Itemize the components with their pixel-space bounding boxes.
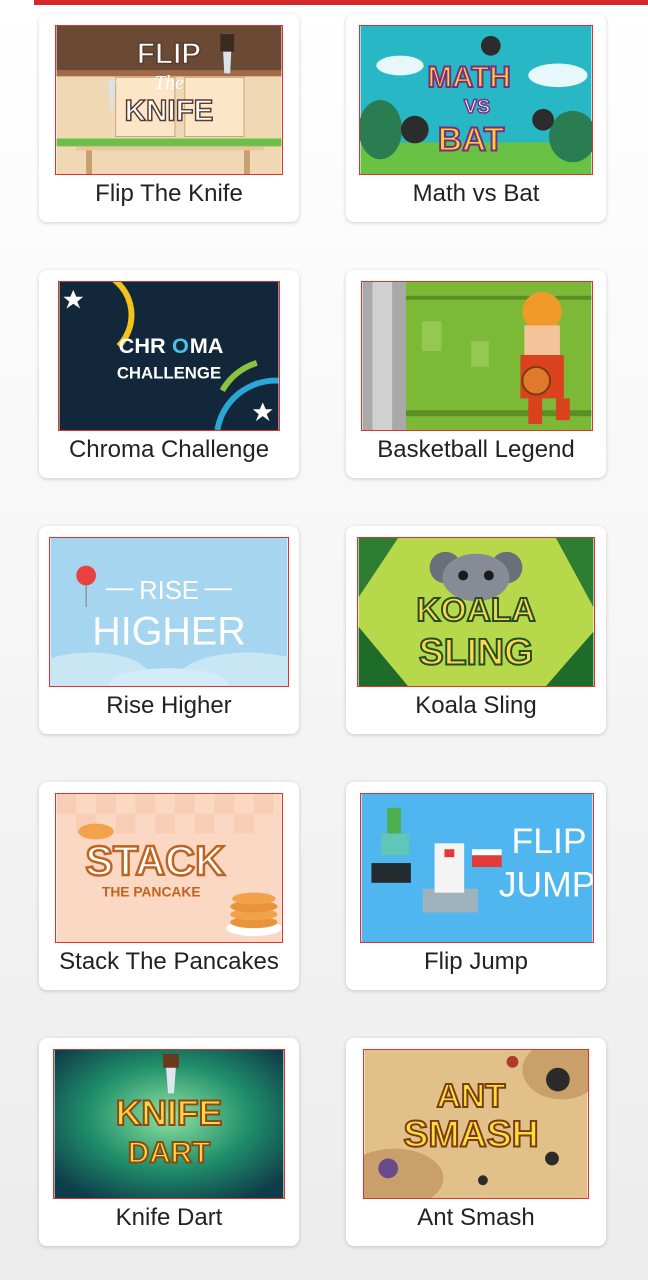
top-tab-indicator <box>0 0 34 5</box>
art-text-1: STACK <box>85 837 225 884</box>
art-text-1: MATH <box>427 61 510 94</box>
game-thumbnail[interactable] <box>361 281 593 431</box>
art-text-1: KOALA <box>416 592 535 629</box>
art-text-3: BAT <box>438 121 505 158</box>
game-thumbnail[interactable]: FLIP JUMP <box>360 793 594 943</box>
game-card-knife-dart[interactable]: KNIFE DART Knife Dart <box>39 1038 299 1246</box>
game-title[interactable]: Stack The Pancakes <box>39 948 299 976</box>
art-text-1: FLIP <box>137 37 201 70</box>
art-text-3: MA <box>190 333 224 358</box>
art-text-2: The <box>154 72 184 94</box>
game-thumbnail[interactable]: KOALA SLING <box>357 537 595 687</box>
game-card-chroma-challenge[interactable]: CHR O MA CHALLENGE Chroma Challenge <box>39 270 299 478</box>
art-text-2: DART <box>128 1136 210 1169</box>
art-text-2: HIGHER <box>92 610 245 654</box>
game-card-ant-smash[interactable]: ANT SMASH Ant Smash <box>346 1038 606 1246</box>
game-thumbnail[interactable]: MATH VS BAT <box>359 25 593 175</box>
game-title[interactable]: Rise Higher <box>39 692 299 720</box>
art-text-2: SMASH <box>403 1113 538 1155</box>
art-text-1: ANT <box>437 1078 506 1115</box>
game-card-stack-the-pancakes[interactable]: STACK THE PANCAKE Stack The Pancakes <box>39 782 299 990</box>
game-card-basketball-legend[interactable]: Basketball Legend <box>346 270 606 478</box>
game-card-koala-sling[interactable]: KOALA SLING Koala Sling <box>346 526 606 734</box>
game-thumbnail[interactable]: ANT SMASH <box>363 1049 589 1199</box>
game-title[interactable]: Flip Jump <box>346 948 606 976</box>
game-title[interactable]: Chroma Challenge <box>39 436 299 464</box>
game-thumbnail[interactable]: RISE HIGHER <box>49 537 289 687</box>
game-title[interactable]: Ant Smash <box>346 1204 606 1232</box>
art-text-3: KNIFE <box>125 95 214 128</box>
art-text-1: KNIFE <box>116 1093 223 1133</box>
art-text-2: THE PANCAKE <box>102 884 201 900</box>
art-text-2: VS <box>464 96 490 118</box>
art-text-1: CHR <box>119 333 166 358</box>
art-text-2: SLING <box>419 630 534 672</box>
game-thumbnail[interactable]: FLIP The KNIFE <box>55 25 283 175</box>
top-accent-bar <box>0 0 648 5</box>
game-title[interactable]: Knife Dart <box>39 1204 299 1232</box>
game-card-flip-the-knife[interactable]: FLIP The KNIFE Flip The Knife <box>39 14 299 222</box>
game-card-rise-higher[interactable]: RISE HIGHER Rise Higher <box>39 526 299 734</box>
game-title[interactable]: Flip The Knife <box>39 180 299 208</box>
game-card-math-vs-bat[interactable]: MATH VS BAT Math vs Bat <box>346 14 606 222</box>
art-text-2: JUMP <box>499 865 593 905</box>
game-card-flip-jump[interactable]: FLIP JUMP Flip Jump <box>346 782 606 990</box>
art-text-1: FLIP <box>512 821 587 861</box>
game-title[interactable]: Koala Sling <box>346 692 606 720</box>
art-text-4: CHALLENGE <box>117 364 221 383</box>
art-text-2: O <box>172 333 189 358</box>
game-thumbnail[interactable]: KNIFE DART <box>53 1049 285 1199</box>
art-text-1: RISE <box>139 577 199 605</box>
game-thumbnail[interactable]: CHR O MA CHALLENGE <box>58 281 280 431</box>
game-thumbnail[interactable]: STACK THE PANCAKE <box>55 793 283 943</box>
game-title[interactable]: Math vs Bat <box>346 180 606 208</box>
game-title[interactable]: Basketball Legend <box>346 436 606 464</box>
